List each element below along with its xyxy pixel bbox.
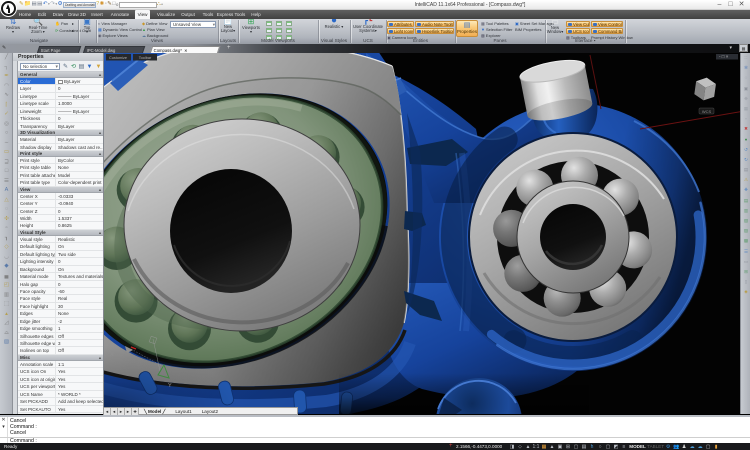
svg-text:Toolbar: Toolbar <box>139 56 152 60</box>
svg-text:WCS: WCS <box>702 109 712 114</box>
svg-text:Customize: Customize <box>109 56 127 60</box>
svg-text:- □ ×: - □ × <box>719 54 729 59</box>
svg-text:X: X <box>110 352 114 358</box>
svg-text:Y: Y <box>168 383 172 389</box>
